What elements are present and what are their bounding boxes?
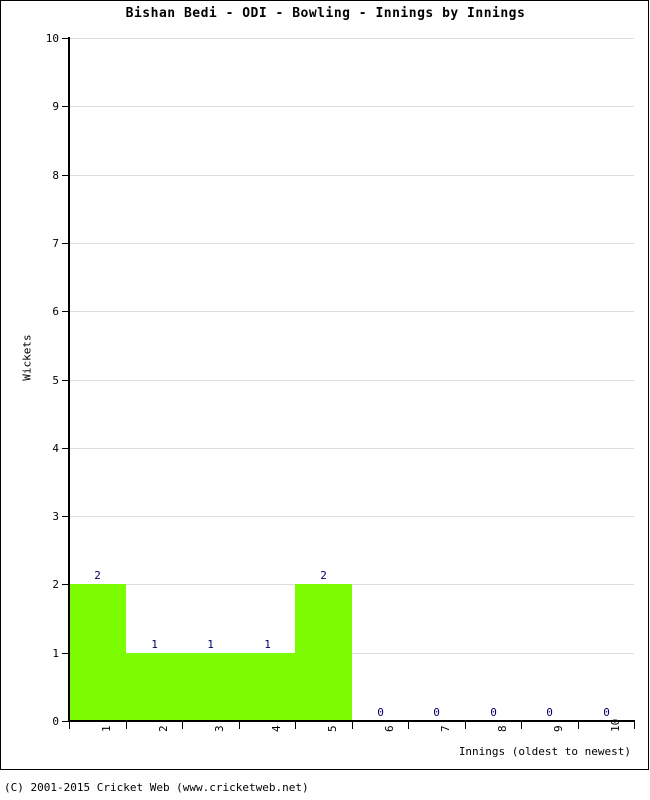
x-axis-tick-label: 5: [326, 725, 339, 732]
x-axis-tick-label: 4: [270, 725, 283, 732]
bar: [69, 584, 126, 721]
y-axis-tick-label: 4: [52, 442, 59, 455]
y-axis-tick: [62, 106, 69, 107]
y-axis-tick: [62, 175, 69, 176]
x-axis-tick-label: 7: [439, 725, 452, 732]
y-axis-tick: [62, 653, 69, 654]
y-axis-tick-label: 3: [52, 510, 59, 523]
chart-title: Bishan Bedi - ODI - Bowling - Innings by…: [125, 6, 526, 21]
x-axis-tick: [465, 722, 466, 729]
copyright-footer: (C) 2001-2015 Cricket Web (www.cricketwe…: [4, 781, 309, 794]
plot-area: [69, 38, 634, 721]
x-axis-tick-label: 1: [100, 725, 113, 732]
y-axis-tick-label: 8: [52, 169, 59, 182]
y-axis-tick-label: 0: [52, 715, 59, 728]
x-axis-tick-label: 3: [213, 725, 226, 732]
bar-value-label: 1: [264, 638, 271, 651]
bar-value-label: 0: [377, 706, 384, 719]
gridline: [69, 243, 634, 244]
bar-value-label: 2: [94, 569, 101, 582]
y-axis-title: Wickets: [20, 334, 34, 381]
y-axis-tick: [62, 243, 69, 244]
x-axis-tick: [69, 722, 70, 729]
y-axis-tick: [62, 721, 69, 722]
x-axis-title: Innings (oldest to newest): [458, 745, 631, 758]
x-axis-tick: [239, 722, 240, 729]
y-axis-tick-label: 7: [52, 237, 59, 250]
bar-value-label: 0: [433, 706, 440, 719]
y-axis-tick-label: 10: [45, 32, 59, 45]
x-axis-tick: [521, 722, 522, 729]
y-axis-tick-label: 6: [52, 305, 59, 318]
y-axis-tick: [62, 516, 69, 517]
chart-window: Bishan Bedi - ODI - Bowling - Innings by…: [0, 0, 649, 770]
gridline: [69, 448, 634, 449]
gridline: [69, 380, 634, 381]
y-axis-tick-label: 9: [52, 100, 59, 113]
bar-value-label: 0: [603, 706, 610, 719]
x-axis-tick-label: 6: [383, 725, 396, 732]
x-axis-tick: [295, 722, 296, 729]
x-axis-tick: [126, 722, 127, 729]
bar-value-label: 1: [207, 638, 214, 651]
x-axis-tick-label: 2: [157, 725, 170, 732]
x-axis-tick: [352, 722, 353, 729]
x-axis-tick: [408, 722, 409, 729]
y-axis-tick-label: 2: [52, 578, 59, 591]
gridline: [69, 311, 634, 312]
x-axis-tick: [182, 722, 183, 729]
gridline: [69, 516, 634, 517]
bar-value-label: 1: [151, 638, 158, 651]
y-axis-tick: [62, 380, 69, 381]
gridline: [69, 38, 634, 39]
y-axis-tick-label: 1: [52, 647, 59, 660]
bar: [182, 653, 239, 721]
x-axis-tick: [634, 722, 635, 729]
gridline: [69, 106, 634, 107]
bar-value-label: 2: [320, 569, 327, 582]
y-axis-tick: [62, 38, 69, 39]
x-axis-tick-label: 9: [552, 725, 565, 732]
y-axis-tick: [62, 448, 69, 449]
x-axis-tick: [578, 722, 579, 729]
gridline: [69, 175, 634, 176]
bar-value-label: 0: [546, 706, 553, 719]
bar: [126, 653, 182, 721]
bar-value-label: 0: [490, 706, 497, 719]
x-axis-tick-label: 8: [496, 725, 509, 732]
bar: [239, 653, 295, 721]
x-axis-tick-label: 10: [609, 718, 622, 732]
bar: [295, 584, 352, 721]
y-axis-tick: [62, 584, 69, 585]
y-axis-tick: [62, 311, 69, 312]
